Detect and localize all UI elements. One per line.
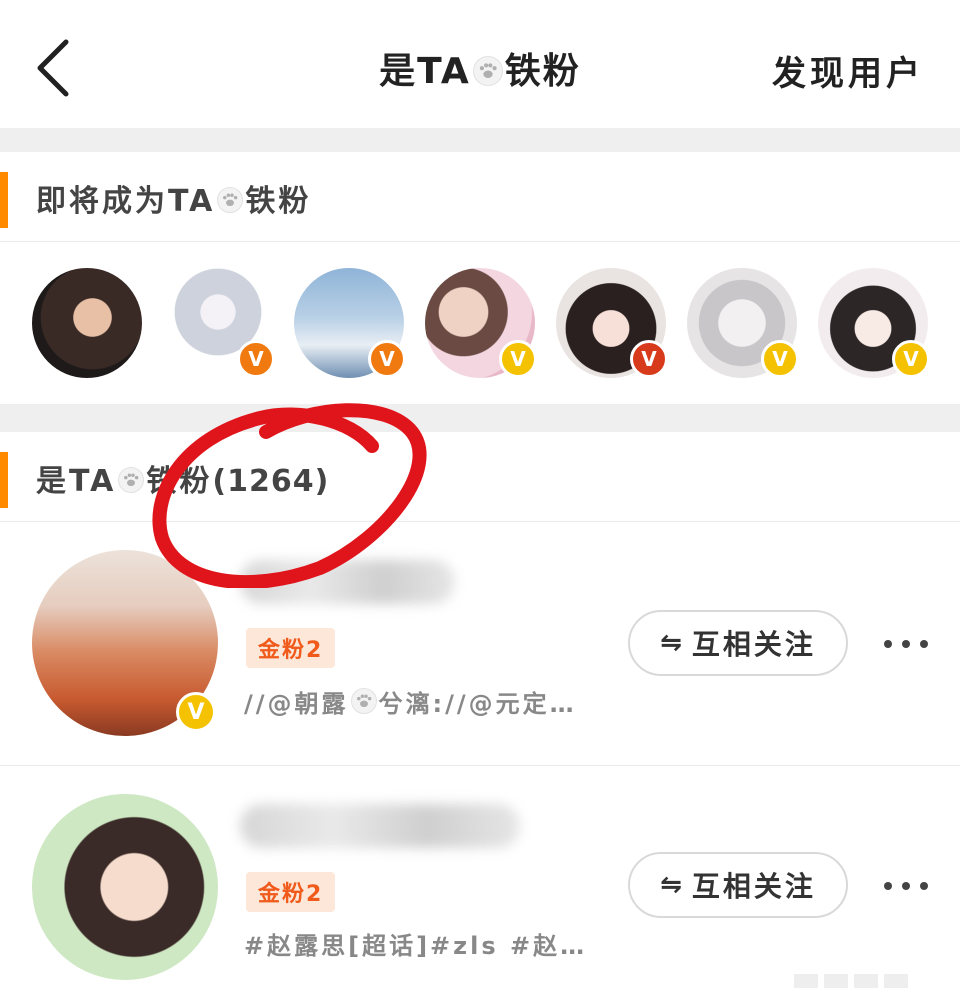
fans-header: 是TA 铁粉(1264) <box>0 432 960 520</box>
verified-badge-icon: V <box>761 340 799 378</box>
top-navigation-bar: 是TA 铁粉 发现用户 <box>0 0 960 128</box>
upcoming-fan-avatar[interactable]: V <box>425 268 537 378</box>
verified-badge-icon: V <box>892 340 930 378</box>
section-gap <box>0 128 960 152</box>
mutual-follow-label: 互相关注 <box>691 870 816 903</box>
paw-emoji-icon <box>350 688 377 714</box>
fan-description-suffix: 兮漓://@元定… <box>378 690 577 718</box>
verified-badge-icon: V <box>237 340 275 378</box>
mutual-follow-button[interactable]: ⇋ 互相关注 <box>628 610 848 676</box>
upcoming-fans-avatar-row: V V V V V V <box>0 242 960 404</box>
upcoming-fans-title: 即将成为TA 铁粉 <box>36 176 311 220</box>
upcoming-fan-avatar[interactable] <box>32 268 142 378</box>
fan-avatar[interactable] <box>32 794 218 980</box>
verified-badge-icon: V <box>630 340 668 378</box>
section-accent-bar <box>0 452 8 508</box>
mutual-follow-button[interactable]: ⇋ 互相关注 <box>628 852 848 918</box>
upcoming-fan-avatar[interactable]: V <box>556 268 668 378</box>
upcoming-fan-avatar[interactable]: V <box>818 268 930 378</box>
fans-count: (1264) <box>212 464 330 499</box>
swap-arrows-icon: ⇋ <box>660 628 682 658</box>
fan-level-badge: 金粉2 <box>246 628 336 668</box>
paw-emoji-icon <box>217 187 244 213</box>
page-title-prefix: 是TA <box>379 51 471 92</box>
fan-level-badge: 金粉2 <box>246 872 336 912</box>
discover-users-button[interactable]: 发现用户 <box>772 46 924 95</box>
upcoming-fan-avatar[interactable]: V <box>687 268 799 378</box>
verified-badge-icon: V <box>368 340 406 378</box>
fan-description: #赵露思[超话]#zls #赵… <box>244 926 587 961</box>
fan-description-text: #赵露思[超话]#zls #赵… <box>244 932 588 960</box>
section-accent-bar <box>0 172 8 228</box>
avatar-photo <box>32 794 218 980</box>
more-options-icon[interactable] <box>884 876 928 896</box>
upcoming-fan-avatar[interactable]: V <box>163 268 275 378</box>
verified-badge-icon: V <box>176 692 216 732</box>
more-options-icon[interactable] <box>884 634 928 654</box>
fan-description: //@朝露 兮漓://@元定… <box>244 684 577 719</box>
page-title-suffix: 铁粉 <box>504 51 581 92</box>
mutual-follow-label: 互相关注 <box>691 628 816 661</box>
paw-emoji-icon <box>118 467 145 493</box>
verified-badge-icon: V <box>499 340 537 378</box>
upcoming-fans-header: 即将成为TA 铁粉 <box>0 152 960 240</box>
fans-title-suffix: 铁粉 <box>146 464 213 499</box>
fans-title-prefix: 是TA <box>36 464 117 499</box>
upcoming-fan-avatar[interactable]: V <box>294 268 406 378</box>
section-gap <box>0 404 960 432</box>
fan-avatar[interactable]: V <box>32 550 218 736</box>
blurred-username <box>240 560 455 604</box>
avatar-photo <box>32 268 142 378</box>
blurred-username <box>240 804 520 848</box>
fans-title: 是TA 铁粉(1264) <box>36 456 329 500</box>
paw-emoji-icon <box>472 56 503 86</box>
swap-arrows-icon: ⇋ <box>660 870 682 900</box>
fan-description-prefix: //@朝露 <box>244 690 349 718</box>
fan-list-item[interactable]: V 金粉2 //@朝露 兮漓://@元定… ⇋ 互相关注 <box>0 522 960 762</box>
upcoming-title-suffix: 铁粉 <box>245 184 312 219</box>
upcoming-title-prefix: 即将成为TA <box>36 184 216 219</box>
watermark-mark <box>794 974 908 988</box>
